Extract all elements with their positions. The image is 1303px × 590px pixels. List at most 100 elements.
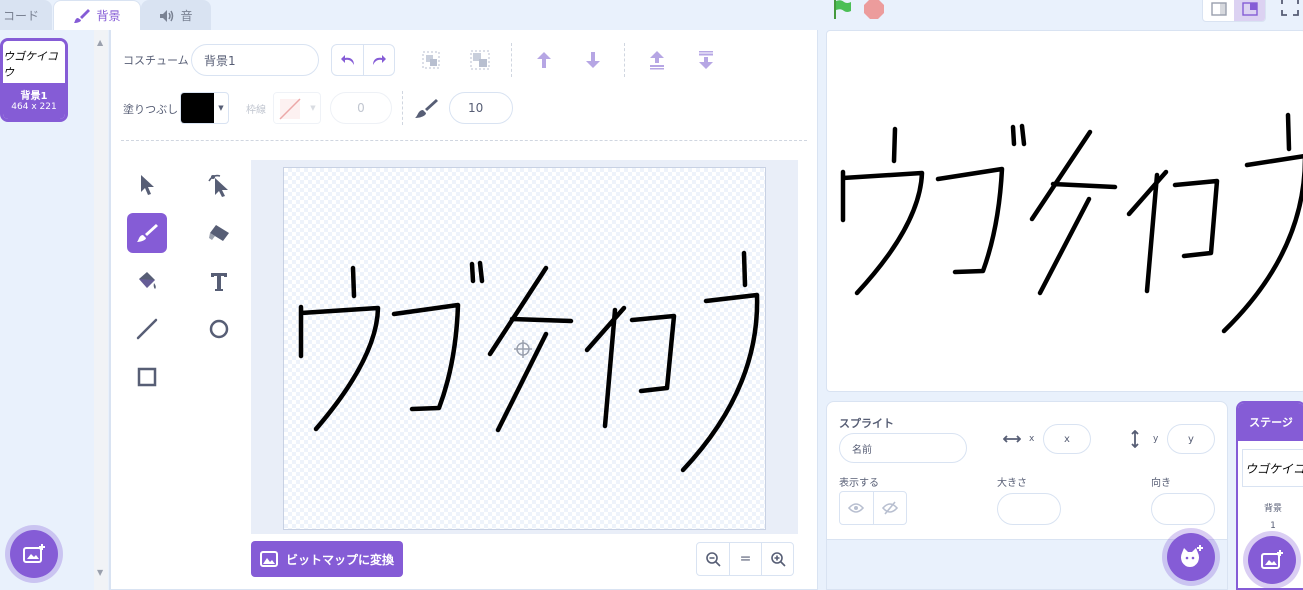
costume-name-input[interactable]: 背景1 [191, 44, 319, 76]
backward-button[interactable] [578, 45, 608, 75]
y-label: y [1153, 434, 1159, 444]
sprite-info-title: スプライト [839, 417, 894, 430]
green-flag-button[interactable] [832, 0, 852, 24]
paintbrush-icon [74, 8, 91, 23]
costume-size: 464 x 221 [11, 102, 57, 112]
brush-size-input[interactable]: 10 [449, 92, 513, 124]
zoom-in-icon [770, 552, 786, 567]
costume-name: 背景1 [20, 91, 48, 102]
scroll-up-icon[interactable]: ▲ [97, 38, 103, 47]
fill-tool[interactable] [127, 261, 167, 301]
show-button[interactable] [840, 492, 873, 524]
select-tool[interactable] [127, 165, 167, 205]
image-add-icon [1261, 550, 1283, 569]
line-icon [136, 318, 158, 340]
group-button[interactable] [416, 45, 446, 75]
ungroup-button[interactable] [465, 45, 495, 75]
circle-icon [209, 319, 229, 339]
fill-color-picker[interactable]: ▼ [180, 92, 229, 124]
circle-tool[interactable] [199, 309, 239, 349]
eye-slash-icon [881, 501, 898, 515]
convert-to-bitmap-button[interactable]: ビットマップに変換 [251, 541, 403, 577]
toolbar-divider [121, 140, 807, 141]
zoom-reset-button[interactable]: = [729, 543, 761, 575]
y-input[interactable]: y [1167, 424, 1215, 454]
reshape-tool[interactable] [199, 165, 239, 205]
direction-input[interactable] [1151, 493, 1215, 525]
rectangle-icon [137, 367, 157, 387]
redo-icon [373, 55, 386, 65]
costume-name-label: コスチューム [123, 54, 189, 67]
zoom-in-button[interactable] [761, 543, 793, 575]
rectangle-tool[interactable] [127, 357, 167, 397]
visibility-toggle [839, 491, 907, 525]
paint-editor: コスチューム 背景1 塗りつぶし ▼ 枠線 ▼ 0 10 ビットマップに変換 = [110, 30, 818, 590]
fill-color-swatch [181, 93, 214, 123]
stage-canvas[interactable] [826, 30, 1303, 392]
ungroup-icon [470, 50, 490, 70]
back-button[interactable] [691, 45, 721, 75]
zoom-out-icon [706, 552, 721, 567]
stage-size-toggle [1202, 0, 1266, 22]
forward-button[interactable] [529, 45, 559, 75]
costume-meta: 背景1 464 x 221 [3, 83, 65, 119]
image-icon [259, 551, 278, 567]
tab-code[interactable]: コード [0, 0, 52, 30]
arrow-pointer-icon [141, 175, 154, 195]
stop-button[interactable] [863, 0, 885, 23]
scroll-down-icon[interactable]: ▼ [97, 568, 103, 577]
fullscreen-button[interactable] [1281, 0, 1299, 20]
tab-backdrop[interactable]: 背景 [53, 0, 141, 30]
outline-color-picker[interactable]: ▼ [273, 92, 321, 124]
eraser-tool[interactable] [199, 213, 239, 253]
text-tool[interactable] [199, 261, 239, 301]
size-label: 大きさ [997, 478, 1027, 489]
costume-tile[interactable]: ウゴケイコウ 背景1 464 x 221 [0, 38, 68, 122]
stage-header [826, 0, 1303, 30]
line-tool[interactable] [127, 309, 167, 349]
group-icon [422, 51, 440, 69]
toolbar-divider [624, 43, 625, 77]
costume-list-scrollbar[interactable]: ▲ ▼ [94, 30, 108, 590]
stage-drawing [840, 112, 1303, 334]
green-flag-icon [834, 0, 851, 19]
zoom-out-button[interactable] [697, 543, 729, 575]
choose-backdrop-button[interactable] [10, 530, 58, 578]
toolbar-divider [511, 43, 512, 77]
brush-size-icon-wrap [411, 93, 441, 123]
sprite-info-panel: スプライト 名前 x x y y 表示する 大きさ 向き [826, 401, 1228, 590]
tab-sound[interactable]: 音 [141, 0, 211, 30]
x-input[interactable]: x [1043, 424, 1091, 454]
small-stage-button[interactable] [1203, 0, 1234, 21]
choose-sprite-button[interactable] [1167, 533, 1215, 581]
front-icon [650, 51, 664, 70]
backdrops-label: 背景 [1263, 504, 1282, 514]
stage-thumbnail: ウゴケイコウ [1242, 449, 1303, 487]
stage-target-panel[interactable]: ステージ ウゴケイコウ 背景 1 [1236, 401, 1303, 590]
undo-button[interactable] [332, 45, 363, 75]
drawing-canvas[interactable] [283, 167, 766, 530]
large-stage-button[interactable] [1234, 0, 1265, 21]
chevron-down-icon: ▼ [310, 104, 316, 112]
horizontal-arrows-icon [1003, 435, 1021, 443]
sprite-name-input[interactable]: 名前 [839, 433, 967, 463]
text-icon [211, 273, 227, 291]
undo-icon [340, 55, 354, 65]
outline-width-input[interactable]: 0 [330, 92, 392, 124]
backward-icon [586, 52, 600, 68]
editor-tabbar: コード 背景 音 [0, 0, 820, 30]
sprite-list-area [827, 539, 1227, 589]
direction-label: 向き [1151, 478, 1171, 489]
brush-tool[interactable] [127, 213, 167, 253]
reshape-icon [208, 174, 228, 197]
hide-button[interactable] [872, 492, 906, 524]
choose-stage-backdrop-button[interactable] [1248, 536, 1296, 584]
undo-redo-group [331, 44, 395, 76]
outline-color-swatch [274, 93, 306, 123]
size-input[interactable] [997, 493, 1061, 525]
outline-label: 枠線 [246, 105, 266, 116]
redo-button[interactable] [363, 45, 394, 75]
front-button[interactable] [642, 45, 672, 75]
tab-code-label: コード [2, 8, 39, 23]
tab-backdrop-label: 背景 [96, 9, 121, 23]
